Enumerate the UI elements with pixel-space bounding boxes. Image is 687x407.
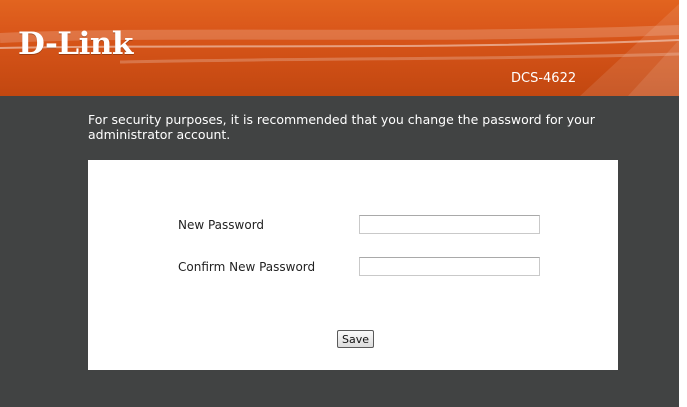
header-banner: D-Link DCS-4622 [0, 0, 679, 96]
new-password-label: New Password [178, 218, 265, 232]
camera-setup-page: D-Link DCS-4622 For security purposes, i… [0, 0, 679, 407]
confirm-password-label: Confirm New Password [178, 260, 316, 274]
confirm-password-input[interactable] [359, 257, 540, 276]
new-password-input[interactable] [359, 215, 540, 234]
main-content: For security purposes, it is recommended… [0, 96, 679, 407]
model-number: DCS-4622 [511, 71, 577, 86]
dlink-logo: D-Link [18, 26, 133, 62]
password-form-panel: New Password Confirm New Password Save [88, 160, 618, 370]
security-notice: For security purposes, it is recommended… [88, 112, 595, 142]
save-button[interactable]: Save [337, 330, 375, 348]
